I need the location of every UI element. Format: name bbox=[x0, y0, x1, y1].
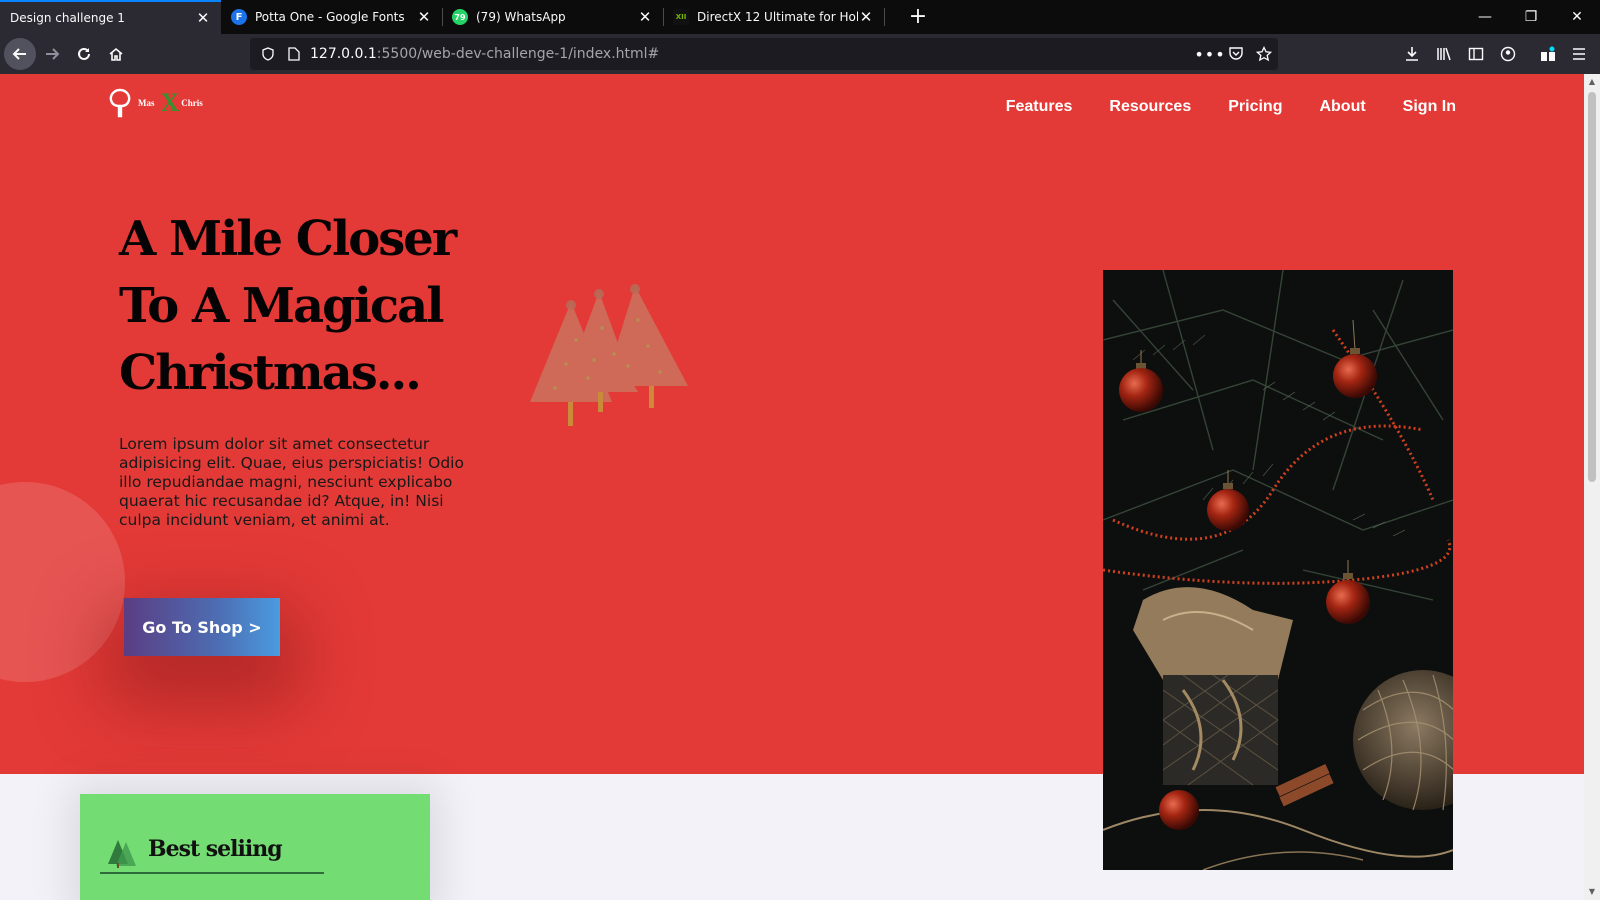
new-tab-icon[interactable]: + bbox=[905, 3, 931, 31]
minimize-icon[interactable]: — bbox=[1462, 0, 1508, 34]
menu-icon[interactable] bbox=[1564, 38, 1594, 70]
sidebar-icon[interactable] bbox=[1460, 38, 1492, 70]
close-icon[interactable]: ✕ bbox=[858, 8, 874, 26]
section-underline bbox=[100, 872, 324, 874]
scroll-down-icon[interactable]: ▼ bbox=[1584, 884, 1600, 900]
best-selling-title: Best seliing bbox=[148, 836, 283, 862]
url-text[interactable]: 127.0.0.1:5500/web-dev-challenge-1/index… bbox=[310, 46, 659, 62]
close-icon[interactable]: ✕ bbox=[637, 8, 653, 26]
logo-x-mark: X bbox=[160, 88, 180, 117]
page-scrollbar[interactable]: ▲ ▼ bbox=[1584, 74, 1600, 900]
url-path: :5500/web-dev-challenge-1/index.html# bbox=[376, 46, 660, 62]
hero-headline: A Mile Closer To A Magical Christmas... bbox=[119, 206, 559, 407]
go-to-shop-button[interactable]: Go To Shop > bbox=[124, 598, 280, 656]
tab-title: Potta One - Google Fonts bbox=[255, 10, 405, 24]
headline-line-2: To A Magical bbox=[119, 278, 444, 334]
reload-icon[interactable] bbox=[68, 38, 100, 70]
more-actions-icon[interactable]: ••• bbox=[1194, 38, 1224, 70]
account-icon[interactable] bbox=[1492, 38, 1524, 70]
page-viewport: Mas X Chris Features Resources Pricing A… bbox=[0, 74, 1584, 900]
url-host: 127.0.0.1 bbox=[310, 46, 377, 62]
christmas-decor-photo bbox=[1103, 270, 1453, 870]
headline-line-1: A Mile Closer bbox=[119, 211, 457, 267]
close-icon[interactable]: ✕ bbox=[195, 9, 211, 27]
download-icon[interactable] bbox=[1396, 38, 1428, 70]
extensions-icon[interactable] bbox=[1532, 38, 1564, 70]
logo-text-left: Mas bbox=[138, 98, 155, 108]
back-arrow-icon[interactable] bbox=[4, 38, 36, 70]
library-icon[interactable] bbox=[1428, 38, 1460, 70]
restore-icon[interactable]: ❐ bbox=[1508, 0, 1554, 34]
pocket-icon[interactable] bbox=[1224, 38, 1248, 70]
tab-strip: Design challenge 1 ✕ F Potta One - Googl… bbox=[0, 0, 1600, 34]
tab-potta-one[interactable]: F Potta One - Google Fonts ✕ bbox=[221, 0, 442, 34]
logo-text-right: Chris bbox=[181, 98, 203, 108]
address-bar[interactable]: 127.0.0.1:5500/web-dev-challenge-1/index… bbox=[250, 38, 1278, 70]
scroll-up-icon[interactable]: ▲ bbox=[1584, 74, 1600, 90]
nvidia-icon: XII bbox=[673, 9, 689, 25]
nav-resources[interactable]: Resources bbox=[1109, 98, 1191, 116]
whatsapp-icon: 79 bbox=[452, 9, 468, 25]
tab-title: Design challenge 1 bbox=[10, 11, 125, 25]
bookmark-star-icon[interactable] bbox=[1252, 38, 1276, 70]
tab-title: DirectX 12 Ultimate for Holiday bbox=[697, 10, 858, 24]
nav-sign-in[interactable]: Sign In bbox=[1403, 98, 1456, 116]
tab-divider bbox=[442, 8, 443, 26]
nav-features[interactable]: Features bbox=[1006, 98, 1073, 116]
window-close-icon[interactable]: ✕ bbox=[1554, 0, 1600, 34]
google-fonts-icon: F bbox=[231, 9, 247, 25]
forward-arrow-icon[interactable] bbox=[36, 38, 68, 70]
navigation-toolbar: 127.0.0.1:5500/web-dev-challenge-1/index… bbox=[0, 34, 1600, 74]
nav-about[interactable]: About bbox=[1319, 98, 1365, 116]
tab-whatsapp[interactable]: 79 (79) WhatsApp ✕ bbox=[442, 0, 663, 34]
tab-divider bbox=[884, 8, 885, 26]
shield-icon[interactable] bbox=[258, 38, 278, 70]
christmas-trees-illustration bbox=[530, 284, 688, 426]
tab-directx[interactable]: XII DirectX 12 Ultimate for Holiday ✕ bbox=[663, 0, 884, 34]
tab-design-challenge[interactable]: Design challenge 1 ✕ bbox=[0, 0, 221, 34]
close-icon[interactable]: ✕ bbox=[416, 8, 432, 26]
home-icon[interactable] bbox=[100, 38, 132, 70]
scrollbar-thumb[interactable] bbox=[1588, 92, 1596, 482]
decorative-circle bbox=[0, 482, 125, 682]
main-nav: Features Resources Pricing About Sign In bbox=[1006, 98, 1456, 116]
tree-icon bbox=[108, 840, 136, 868]
site-logo[interactable]: Mas X Chris bbox=[108, 88, 203, 118]
best-selling-card: Best seliing bbox=[80, 794, 430, 900]
page-icon[interactable] bbox=[284, 38, 304, 70]
headline-line-3: Christmas... bbox=[119, 345, 422, 401]
tab-title: (79) WhatsApp bbox=[476, 10, 566, 24]
nav-pricing[interactable]: Pricing bbox=[1228, 98, 1282, 116]
tab-divider bbox=[663, 8, 664, 26]
tree-logo-icon bbox=[109, 88, 131, 118]
hero-description: Lorem ipsum dolor sit amet consectetur a… bbox=[119, 435, 464, 529]
